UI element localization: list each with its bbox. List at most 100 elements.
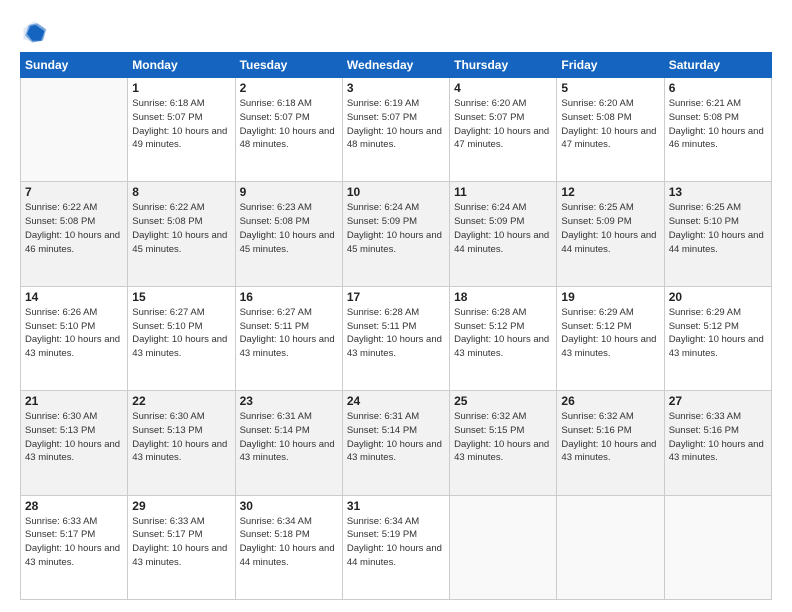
day-info: Sunrise: 6:29 AM Sunset: 5:12 PM Dayligh… <box>561 306 659 361</box>
day-info: Sunrise: 6:24 AM Sunset: 5:09 PM Dayligh… <box>347 201 445 256</box>
day-number: 21 <box>25 394 123 408</box>
day-info: Sunrise: 6:32 AM Sunset: 5:15 PM Dayligh… <box>454 410 552 465</box>
calendar-cell: 7 Sunrise: 6:22 AM Sunset: 5:08 PM Daylig… <box>21 182 128 286</box>
calendar-cell: 26 Sunrise: 6:32 AM Sunset: 5:16 PM Dayli… <box>557 391 664 495</box>
calendar-cell: 31 Sunrise: 6:34 AM Sunset: 5:19 PM Dayli… <box>342 495 449 599</box>
calendar-cell <box>664 495 771 599</box>
weekday-header-row: SundayMondayTuesdayWednesdayThursdayFrid… <box>21 53 772 78</box>
day-info: Sunrise: 6:30 AM Sunset: 5:13 PM Dayligh… <box>132 410 230 465</box>
calendar-cell: 6 Sunrise: 6:21 AM Sunset: 5:08 PM Daylig… <box>664 78 771 182</box>
day-number: 15 <box>132 290 230 304</box>
day-number: 26 <box>561 394 659 408</box>
day-number: 4 <box>454 81 552 95</box>
day-number: 25 <box>454 394 552 408</box>
day-info: Sunrise: 6:31 AM Sunset: 5:14 PM Dayligh… <box>347 410 445 465</box>
day-info: Sunrise: 6:33 AM Sunset: 5:17 PM Dayligh… <box>132 515 230 570</box>
calendar-cell: 11Sunrise: 6:24 AM Sunset: 5:09 PM Dayli… <box>450 182 557 286</box>
weekday-header-monday: Monday <box>128 53 235 78</box>
calendar-cell: 15 Sunrise: 6:27 AM Sunset: 5:10 PM Dayli… <box>128 286 235 390</box>
day-number: 18 <box>454 290 552 304</box>
calendar-cell: 21Sunrise: 6:30 AM Sunset: 5:13 PM Dayli… <box>21 391 128 495</box>
day-number: 14 <box>25 290 123 304</box>
day-info: Sunrise: 6:21 AM Sunset: 5:08 PM Dayligh… <box>669 97 767 152</box>
day-number: 9 <box>240 185 338 199</box>
day-number: 16 <box>240 290 338 304</box>
day-number: 17 <box>347 290 445 304</box>
calendar-cell: 16 Sunrise: 6:27 AM Sunset: 5:11 PM Dayli… <box>235 286 342 390</box>
day-info: Sunrise: 6:32 AM Sunset: 5:16 PM Dayligh… <box>561 410 659 465</box>
day-number: 29 <box>132 499 230 513</box>
calendar-cell: 2Sunrise: 6:18 AM Sunset: 5:07 PM Daylig… <box>235 78 342 182</box>
day-number: 2 <box>240 81 338 95</box>
calendar-cell <box>21 78 128 182</box>
day-info: Sunrise: 6:26 AM Sunset: 5:10 PM Dayligh… <box>25 306 123 361</box>
day-info: Sunrise: 6:29 AM Sunset: 5:12 PM Dayligh… <box>669 306 767 361</box>
page: SundayMondayTuesdayWednesdayThursdayFrid… <box>0 0 792 612</box>
calendar-cell <box>557 495 664 599</box>
week-row-1: 1 Sunrise: 6:18 AM Sunset: 5:07 PM Daylig… <box>21 78 772 182</box>
day-info: Sunrise: 6:33 AM Sunset: 5:16 PM Dayligh… <box>669 410 767 465</box>
day-number: 10 <box>347 185 445 199</box>
calendar-cell: 12Sunrise: 6:25 AM Sunset: 5:09 PM Dayli… <box>557 182 664 286</box>
calendar-cell: 30 Sunrise: 6:34 AM Sunset: 5:18 PM Dayli… <box>235 495 342 599</box>
weekday-header-friday: Friday <box>557 53 664 78</box>
calendar-cell: 19 Sunrise: 6:29 AM Sunset: 5:12 PM Dayli… <box>557 286 664 390</box>
weekday-header-tuesday: Tuesday <box>235 53 342 78</box>
week-row-3: 14 Sunrise: 6:26 AM Sunset: 5:10 PM Dayli… <box>21 286 772 390</box>
calendar-cell: 13 Sunrise: 6:25 AM Sunset: 5:10 PM Dayli… <box>664 182 771 286</box>
day-info: Sunrise: 6:34 AM Sunset: 5:18 PM Dayligh… <box>240 515 338 570</box>
day-info: Sunrise: 6:27 AM Sunset: 5:11 PM Dayligh… <box>240 306 338 361</box>
day-number: 5 <box>561 81 659 95</box>
day-number: 20 <box>669 290 767 304</box>
day-number: 22 <box>132 394 230 408</box>
calendar-table: SundayMondayTuesdayWednesdayThursdayFrid… <box>20 52 772 600</box>
calendar-cell: 3 Sunrise: 6:19 AM Sunset: 5:07 PM Daylig… <box>342 78 449 182</box>
calendar-cell: 5Sunrise: 6:20 AM Sunset: 5:08 PM Daylig… <box>557 78 664 182</box>
day-info: Sunrise: 6:19 AM Sunset: 5:07 PM Dayligh… <box>347 97 445 152</box>
day-number: 8 <box>132 185 230 199</box>
week-row-2: 7 Sunrise: 6:22 AM Sunset: 5:08 PM Daylig… <box>21 182 772 286</box>
calendar-cell: 14 Sunrise: 6:26 AM Sunset: 5:10 PM Dayli… <box>21 286 128 390</box>
day-number: 3 <box>347 81 445 95</box>
day-number: 13 <box>669 185 767 199</box>
day-info: Sunrise: 6:18 AM Sunset: 5:07 PM Dayligh… <box>132 97 230 152</box>
day-number: 1 <box>132 81 230 95</box>
day-number: 28 <box>25 499 123 513</box>
day-number: 6 <box>669 81 767 95</box>
day-info: Sunrise: 6:27 AM Sunset: 5:10 PM Dayligh… <box>132 306 230 361</box>
day-number: 30 <box>240 499 338 513</box>
logo <box>20 18 52 46</box>
weekday-header-wednesday: Wednesday <box>342 53 449 78</box>
day-info: Sunrise: 6:22 AM Sunset: 5:08 PM Dayligh… <box>25 201 123 256</box>
day-info: Sunrise: 6:31 AM Sunset: 5:14 PM Dayligh… <box>240 410 338 465</box>
day-number: 11 <box>454 185 552 199</box>
day-info: Sunrise: 6:33 AM Sunset: 5:17 PM Dayligh… <box>25 515 123 570</box>
calendar-cell: 29 Sunrise: 6:33 AM Sunset: 5:17 PM Dayli… <box>128 495 235 599</box>
day-info: Sunrise: 6:28 AM Sunset: 5:12 PM Dayligh… <box>454 306 552 361</box>
calendar-cell: 24Sunrise: 6:31 AM Sunset: 5:14 PM Dayli… <box>342 391 449 495</box>
calendar-cell: 4 Sunrise: 6:20 AM Sunset: 5:07 PM Daylig… <box>450 78 557 182</box>
calendar-cell: 20 Sunrise: 6:29 AM Sunset: 5:12 PM Dayli… <box>664 286 771 390</box>
day-info: Sunrise: 6:25 AM Sunset: 5:10 PM Dayligh… <box>669 201 767 256</box>
weekday-header-saturday: Saturday <box>664 53 771 78</box>
logo-icon <box>20 18 48 46</box>
calendar-cell: 10 Sunrise: 6:24 AM Sunset: 5:09 PM Dayli… <box>342 182 449 286</box>
calendar-cell <box>450 495 557 599</box>
day-number: 27 <box>669 394 767 408</box>
header <box>20 18 772 46</box>
day-info: Sunrise: 6:22 AM Sunset: 5:08 PM Dayligh… <box>132 201 230 256</box>
day-number: 7 <box>25 185 123 199</box>
week-row-5: 28 Sunrise: 6:33 AM Sunset: 5:17 PM Dayli… <box>21 495 772 599</box>
weekday-header-sunday: Sunday <box>21 53 128 78</box>
day-number: 23 <box>240 394 338 408</box>
calendar-cell: 27 Sunrise: 6:33 AM Sunset: 5:16 PM Dayli… <box>664 391 771 495</box>
day-info: Sunrise: 6:28 AM Sunset: 5:11 PM Dayligh… <box>347 306 445 361</box>
day-info: Sunrise: 6:20 AM Sunset: 5:07 PM Dayligh… <box>454 97 552 152</box>
day-number: 19 <box>561 290 659 304</box>
day-number: 31 <box>347 499 445 513</box>
calendar-cell: 25 Sunrise: 6:32 AM Sunset: 5:15 PM Dayli… <box>450 391 557 495</box>
calendar-cell: 23 Sunrise: 6:31 AM Sunset: 5:14 PM Dayli… <box>235 391 342 495</box>
day-info: Sunrise: 6:34 AM Sunset: 5:19 PM Dayligh… <box>347 515 445 570</box>
calendar-cell: 18 Sunrise: 6:28 AM Sunset: 5:12 PM Dayli… <box>450 286 557 390</box>
day-number: 12 <box>561 185 659 199</box>
